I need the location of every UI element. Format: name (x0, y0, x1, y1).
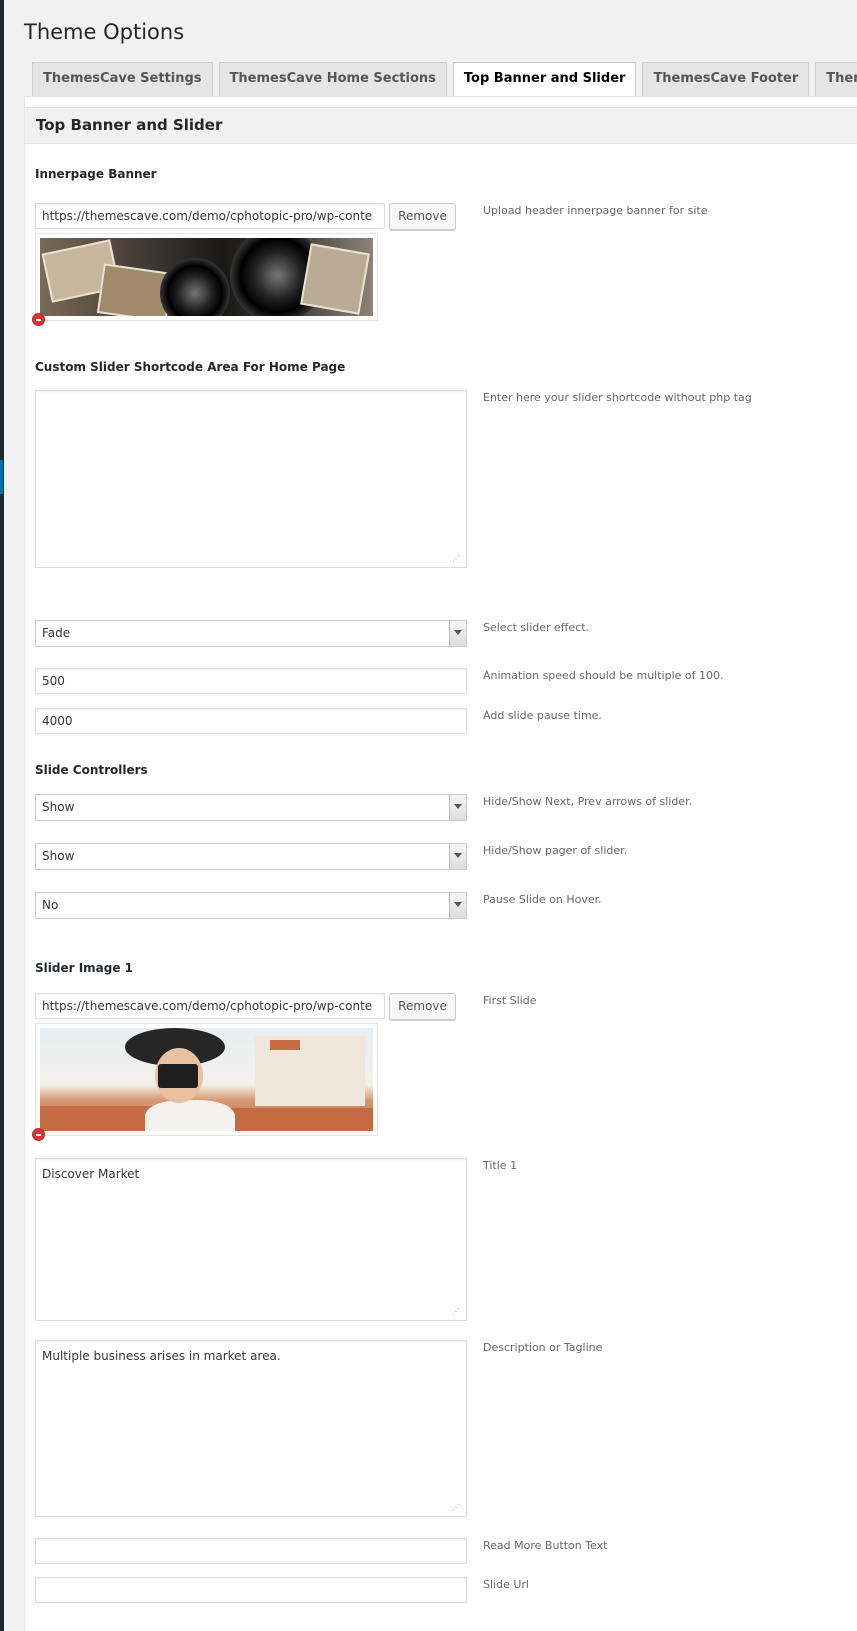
pause-on-hover-select[interactable]: No (35, 892, 467, 919)
page-title: Theme Options (24, 20, 185, 44)
panel-header: Top Banner and Slider (25, 107, 857, 144)
slider-pager-select[interactable]: Show (35, 843, 467, 870)
tab-themescave-footer[interactable]: ThemesCave Footer (642, 62, 810, 96)
slide-1-url-input[interactable] (35, 1577, 467, 1603)
slide-1-title-desc: Title 1 (483, 1159, 518, 1172)
slider-arrows-desc: Hide/Show Next, Prev arrows of slider. (483, 795, 693, 808)
banner-camera-lens (160, 258, 230, 316)
admin-sidebar-active-marker (0, 460, 3, 494)
animation-speed-input[interactable]: 500 (35, 668, 467, 694)
resize-grip-icon[interactable]: ⋰ (452, 1504, 855, 1629)
slider-image-1-picture (40, 1028, 373, 1131)
slide-person-shirt (145, 1100, 235, 1131)
slider-image-1-url-input[interactable]: https://themescave.com/demo/cphotopic-pr… (35, 993, 385, 1019)
slider-arrows-value: Show (42, 800, 75, 814)
innerpage-banner-label: Innerpage Banner (35, 167, 157, 181)
pause-on-hover-desc: Pause Slide on Hover. (483, 893, 602, 906)
chevron-down-icon[interactable] (449, 893, 466, 918)
chevron-down-icon[interactable] (449, 795, 466, 820)
tab-themescave-short-codes[interactable]: ThemesCave Short Co (815, 62, 857, 96)
custom-slider-shortcode-textarea[interactable] (35, 390, 467, 568)
slider-pager-desc: Hide/Show pager of slider. (483, 844, 628, 857)
slider-arrows-select[interactable]: Show (35, 794, 467, 821)
panel-title: Top Banner and Slider (36, 116, 223, 134)
slide-pause-input[interactable]: 4000 (35, 708, 467, 734)
pause-on-hover-value: No (42, 898, 59, 912)
slide-1-tagline-textarea[interactable]: Multiple business arises in market area. (35, 1340, 467, 1517)
chevron-down-icon[interactable] (449, 844, 466, 869)
custom-slider-label: Custom Slider Shortcode Area For Home Pa… (35, 360, 346, 374)
innerpage-banner-preview (35, 233, 378, 321)
slider-image-1-label: Slider Image 1 (35, 961, 134, 975)
slider-pager-value: Show (42, 849, 75, 863)
slider-effect-value: Fade (42, 626, 71, 640)
slider-image-1-remove-button[interactable]: Remove (389, 993, 456, 1020)
chevron-down-icon[interactable] (449, 621, 466, 646)
banner-photo-print (300, 243, 370, 315)
slide-camera (158, 1064, 198, 1088)
admin-sidebar-edge (0, 0, 4, 1631)
tab-themescave-home-sections[interactable]: ThemesCave Home Sections (218, 62, 447, 96)
slide-1-readmore-desc: Read More Button Text (483, 1539, 608, 1552)
slide-controllers-label: Slide Controllers (35, 763, 148, 777)
innerpage-banner-desc: Upload header innerpage banner for site (483, 204, 708, 217)
options-tabs: ThemesCave Settings ThemesCave Home Secti… (32, 62, 857, 97)
slide-rooftop (270, 1040, 300, 1050)
slide-1-url-desc: Slide Url (483, 1578, 529, 1591)
innerpage-banner-url-input[interactable]: https://themescave.com/demo/cphotopic-pr… (35, 203, 385, 229)
slide-1-title-textarea[interactable]: Discover Market (35, 1158, 467, 1321)
innerpage-banner-remove-button[interactable]: Remove (389, 203, 456, 230)
slide-rooftop (230, 1108, 373, 1131)
remove-circle-icon[interactable] (32, 313, 45, 326)
slide-pause-desc: Add slide pause time. (483, 709, 602, 722)
animation-speed-desc: Animation speed should be multiple of 10… (483, 669, 724, 682)
tab-top-banner-and-slider[interactable]: Top Banner and Slider (452, 62, 637, 97)
slider-effect-select[interactable]: Fade (35, 620, 467, 647)
innerpage-banner-image (40, 238, 373, 316)
remove-circle-icon[interactable] (32, 1128, 45, 1141)
slide-1-readmore-input[interactable] (35, 1538, 467, 1564)
slide-1-tagline-desc: Description or Tagline (483, 1341, 603, 1354)
slider-image-1-desc: First Slide (483, 994, 537, 1007)
tab-themescave-settings[interactable]: ThemesCave Settings (32, 62, 213, 96)
slider-image-1-preview (35, 1023, 378, 1136)
custom-slider-desc: Enter here your slider shortcode without… (483, 391, 752, 404)
slider-effect-desc: Select slider effect. (483, 621, 590, 634)
